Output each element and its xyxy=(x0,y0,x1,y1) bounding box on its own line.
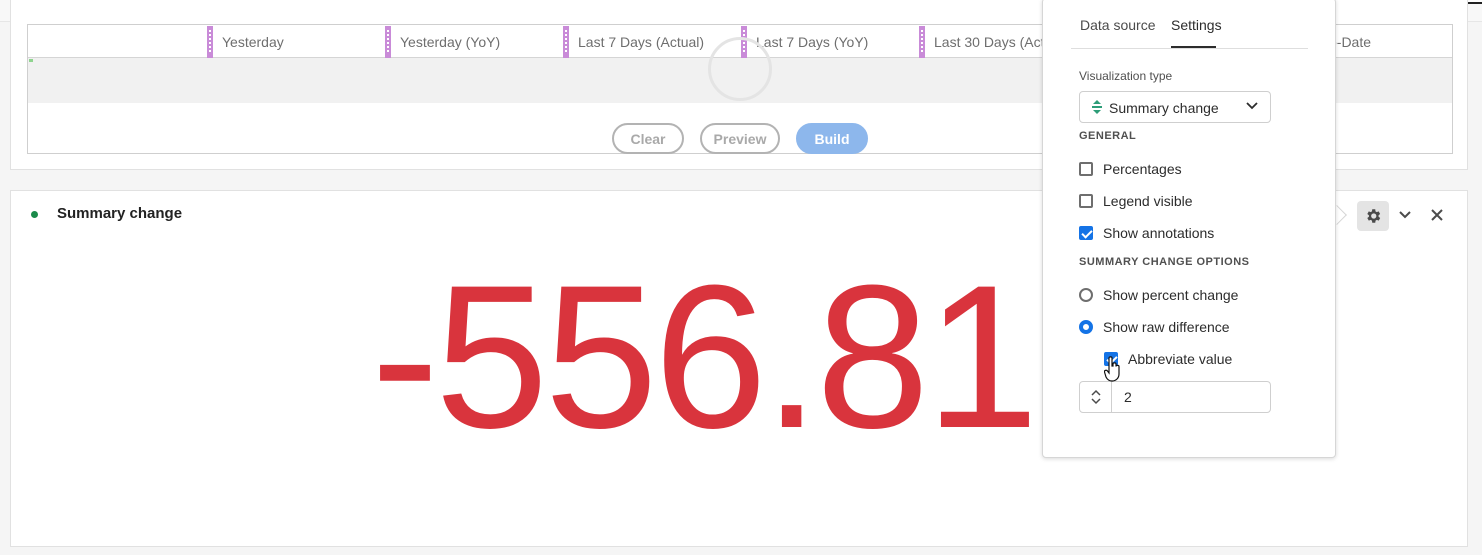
gear-icon xyxy=(1367,209,1381,223)
active-tab-indicator xyxy=(1171,46,1216,48)
settings-popover: Data source Settings Visualization type … xyxy=(1042,0,1336,458)
collapse-button[interactable] xyxy=(1395,204,1415,226)
general-heading: GENERAL xyxy=(1079,130,1137,142)
legend-visible-checkbox[interactable]: Legend visible xyxy=(1079,192,1193,210)
radio-circle[interactable] xyxy=(1079,288,1093,302)
chevron-down-icon[interactable] xyxy=(1090,397,1101,405)
drag-handle-icon[interactable] xyxy=(207,25,213,58)
clear-button[interactable]: Clear xyxy=(612,123,684,154)
build-actions: Clear Preview Build xyxy=(612,123,868,154)
chevron-up-icon[interactable] xyxy=(1090,389,1101,397)
checkbox-box[interactable] xyxy=(1079,226,1093,240)
abbreviate-value-checkbox[interactable]: Abbreviate value xyxy=(1104,350,1232,368)
loading-spinner-icon xyxy=(708,37,772,101)
percentages-checkbox[interactable]: Percentages xyxy=(1079,160,1182,178)
viz-type-picker[interactable]: Summary change xyxy=(1079,91,1271,123)
drag-handle-icon[interactable] xyxy=(919,25,925,58)
chevron-down-icon xyxy=(1246,102,1258,110)
stepper-arrows[interactable] xyxy=(1080,382,1112,412)
checkbox-box[interactable] xyxy=(1079,194,1093,208)
build-button[interactable]: Build xyxy=(796,123,868,154)
show-percent-change-radio[interactable]: Show percent change xyxy=(1079,286,1238,304)
close-panel-button[interactable] xyxy=(1427,204,1447,226)
viz-type-label: Visualization type xyxy=(1079,69,1173,83)
show-raw-difference-radio[interactable]: Show raw difference xyxy=(1079,318,1230,336)
tab-settings[interactable]: Settings xyxy=(1171,17,1222,33)
preview-button[interactable]: Preview xyxy=(700,123,780,154)
column-header[interactable]: o-Date xyxy=(1329,25,1409,58)
checkbox-box[interactable] xyxy=(1079,162,1093,176)
status-dot-icon xyxy=(31,211,38,218)
hand-cursor-icon xyxy=(1104,356,1120,382)
panel-title: Summary change xyxy=(57,205,183,222)
show-annotations-checkbox[interactable]: Show annotations xyxy=(1079,224,1214,242)
tab-data-source[interactable]: Data source xyxy=(1080,17,1155,33)
summary-change-icon xyxy=(1092,100,1102,114)
column-header[interactable]: Yesterday (YoY) xyxy=(385,25,563,58)
decimal-places-stepper[interactable]: 2 xyxy=(1079,381,1271,413)
settings-gear-button[interactable] xyxy=(1357,201,1389,231)
viz-type-value: Summary change xyxy=(1109,100,1219,116)
row-marker xyxy=(29,59,33,62)
popover-tabs: Data source Settings xyxy=(1071,0,1308,49)
drag-handle-icon[interactable] xyxy=(385,25,391,58)
chevron-down-icon xyxy=(1399,211,1411,219)
close-icon xyxy=(1431,209,1443,221)
summary-value: -556.81K xyxy=(371,257,1043,457)
summary-options-heading: SUMMARY CHANGE OPTIONS xyxy=(1079,256,1250,268)
column-header[interactable]: Yesterday xyxy=(207,25,385,58)
radio-circle[interactable] xyxy=(1079,320,1093,334)
drag-handle-icon[interactable] xyxy=(563,25,569,58)
decimal-places-value[interactable]: 2 xyxy=(1124,389,1132,405)
